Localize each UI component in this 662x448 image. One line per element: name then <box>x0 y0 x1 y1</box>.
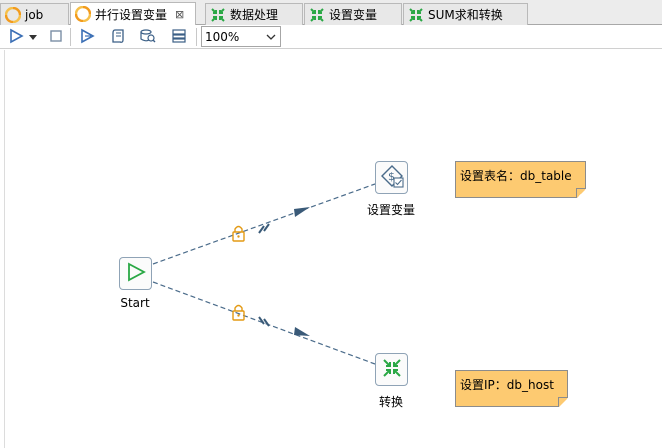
sql-button[interactable] <box>169 27 189 47</box>
tab-set-variables[interactable]: 设置变量 <box>304 3 402 25</box>
stop-icon <box>48 28 64 47</box>
set-variables-node[interactable]: $ <box>375 161 408 194</box>
tab-sum-transform[interactable]: SUM求和转换 <box>403 3 528 25</box>
tab-parallel-set-variables[interactable]: 并行设置变量 ⊠ <box>70 2 196 25</box>
note-fold <box>558 397 568 407</box>
transformation-node-label: 转换 <box>378 395 403 409</box>
transformation-icon <box>381 357 403 382</box>
stop-button[interactable] <box>46 27 66 47</box>
replay-icon <box>79 28 95 47</box>
run-button[interactable] <box>6 27 26 47</box>
tab-label: SUM求和转换 <box>428 8 503 22</box>
transformation-node[interactable] <box>375 353 408 386</box>
db-search-icon <box>140 28 156 47</box>
transformation-icon <box>408 7 424 23</box>
tab-label: job <box>25 7 44 22</box>
toolbar-separator <box>70 28 71 46</box>
toolbar-separator <box>196 28 197 46</box>
verify-button[interactable] <box>108 27 128 47</box>
dropdown-arrow-icon <box>29 30 37 44</box>
tab-data-processing[interactable]: 数据处理 <box>205 3 303 25</box>
job-icon <box>5 6 21 23</box>
note-text: 设置表名：db_table <box>460 169 572 183</box>
tab-label: 并行设置变量 <box>95 7 168 22</box>
close-icon[interactable]: ⊠ <box>175 8 184 21</box>
chevron-down-icon <box>266 31 276 45</box>
run-options-dropdown[interactable] <box>26 27 40 47</box>
note-fold <box>576 188 586 198</box>
note-text: 设置IP：db_host <box>460 378 554 392</box>
transformation-icon <box>309 7 325 23</box>
start-icon <box>125 261 147 286</box>
hop-start-to-setvar[interactable] <box>152 183 376 265</box>
tab-label: 设置变量 <box>329 8 378 22</box>
set-variables-icon: $ <box>379 163 405 192</box>
replay-button[interactable] <box>77 27 97 47</box>
lock-icon <box>232 304 245 321</box>
transformation-icon <box>210 7 226 23</box>
start-node-label: Start <box>120 296 150 310</box>
start-node[interactable] <box>119 257 152 290</box>
arrow-head-icon <box>294 207 310 217</box>
job-toolbar: 100% <box>0 25 662 49</box>
script-icon <box>110 28 126 47</box>
zoom-value: 100% <box>205 29 240 44</box>
table-icon <box>171 28 187 47</box>
analyze-button[interactable] <box>138 27 158 47</box>
note-table-name[interactable]: 设置表名：db_table <box>455 161 586 198</box>
tab-job[interactable]: job <box>0 3 69 25</box>
job-icon <box>75 6 91 22</box>
job-canvas[interactable]: Start $ 设置变量 转换 设置表名：db_table 设置IP：db_ho… <box>4 50 662 448</box>
tab-label: 数据处理 <box>230 8 279 22</box>
zoom-select[interactable]: 100% <box>201 26 281 47</box>
play-icon <box>8 28 24 47</box>
arrow-head-icon <box>294 327 310 336</box>
set-variables-node-label: 设置变量 <box>366 203 415 217</box>
note-ip[interactable]: 设置IP：db_host <box>455 370 568 407</box>
editor-tab-bar: job 并行设置变量 ⊠ 数据处理 设置变量 SUM求和转换 <box>0 0 662 25</box>
